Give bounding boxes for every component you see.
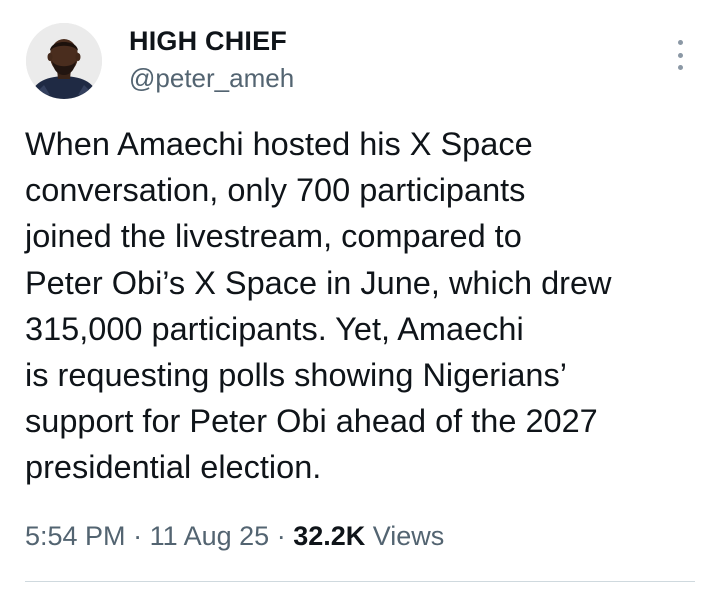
divider (25, 581, 695, 582)
author-display-name[interactable]: HIGH CHIEF (129, 26, 287, 57)
tweet-meta: 5:54 PM · 11 Aug 25 · 32.2K Views (25, 521, 444, 552)
more-options-button[interactable] (668, 40, 692, 70)
more-vertical-icon-dot (677, 65, 683, 70)
tweet-text-line: presidential election. (25, 449, 322, 486)
more-vertical-icon-dot (677, 40, 683, 45)
tweet-text-line: 315,000 participants. Yet, Amaechi (25, 310, 524, 347)
tweet-text-line: conversation, only 700 participants (25, 172, 526, 209)
tweet-text: When Amaechi hosted his X Space conversa… (25, 121, 705, 491)
more-vertical-icon-dot (677, 52, 683, 58)
tweet-text-line: When Amaechi hosted his X Space (25, 126, 533, 162)
avatar[interactable] (26, 23, 102, 99)
tweet-text-line: joined the livestream, compared to (25, 218, 522, 255)
profile-photo-icon (26, 23, 102, 99)
tweet-text-line: support for Peter Obi ahead of the 2027 (25, 403, 598, 440)
tweet-text-line: is requesting polls showing Nigerians’ (25, 357, 567, 394)
meta-separator: · (125, 521, 150, 551)
tweet-card[interactable]: HIGH CHIEF @peter_ameh When Amaechi host… (0, 0, 720, 589)
meta-separator: · (269, 521, 294, 551)
tweet-date[interactable]: 11 Aug 25 (150, 521, 270, 551)
views-label: Views (365, 521, 445, 551)
author-handle[interactable]: @peter_ameh (129, 63, 294, 94)
tweet-text-line: Peter Obi’s X Space in June, which drew (25, 264, 612, 301)
views-count[interactable]: 32.2K (293, 521, 365, 551)
tweet-time[interactable]: 5:54 PM (25, 521, 126, 551)
